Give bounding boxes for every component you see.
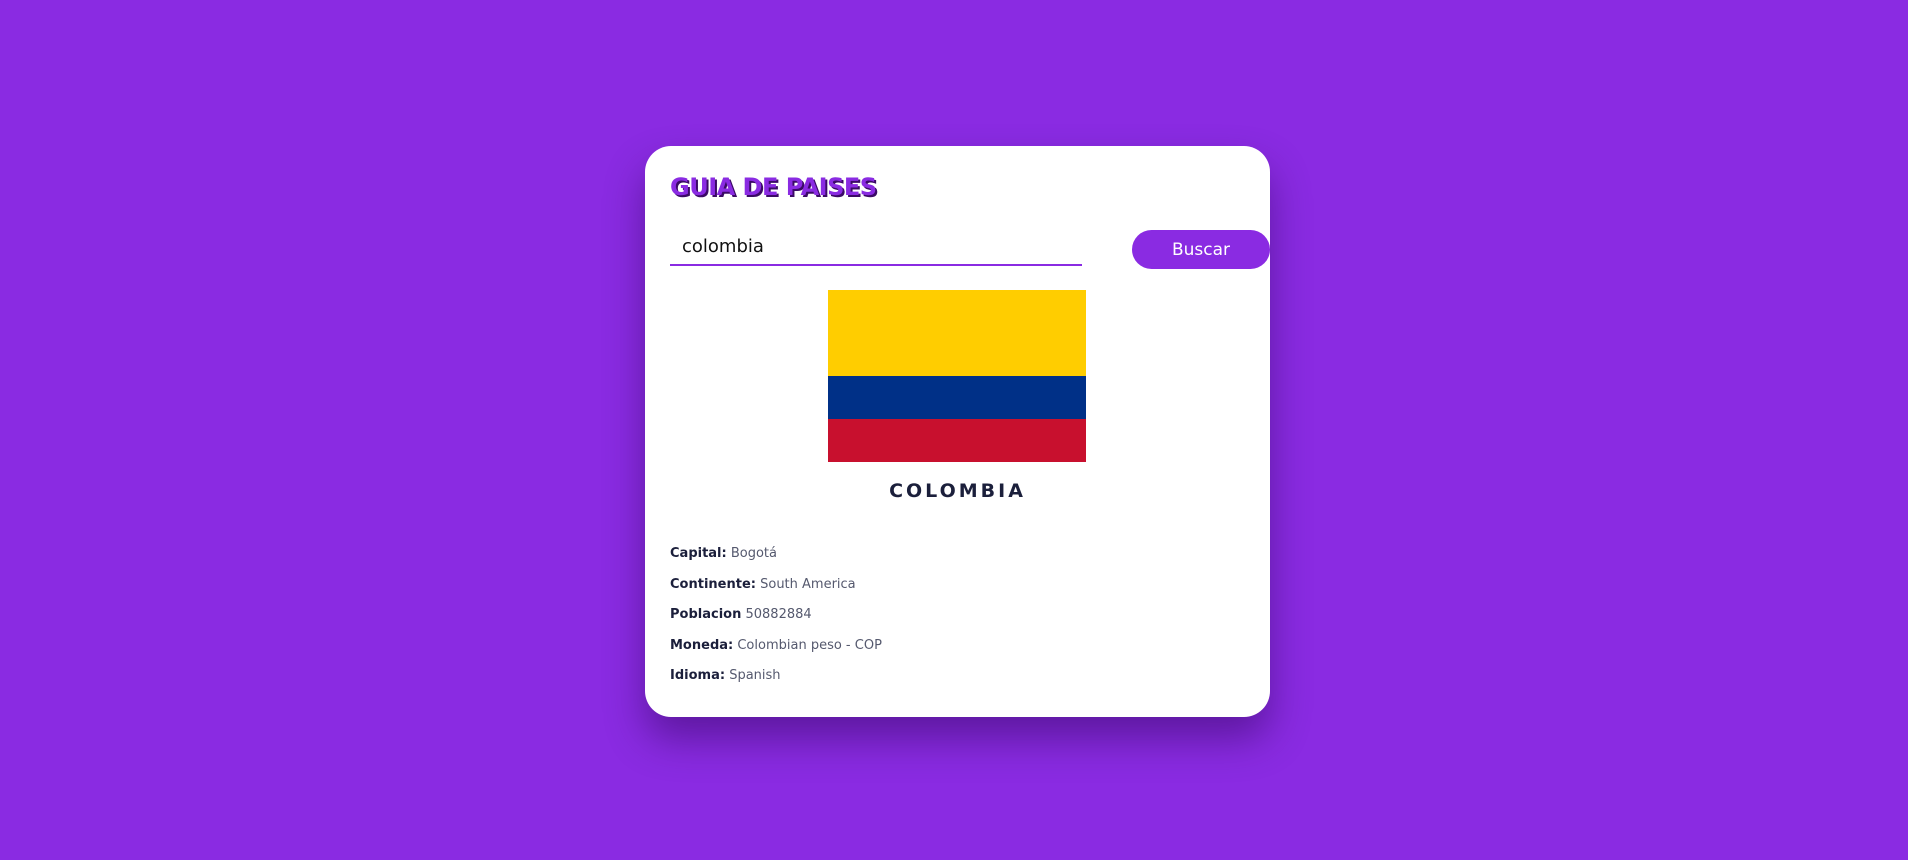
country-search-input[interactable] bbox=[670, 228, 1082, 266]
detail-language: Idioma: Spanish bbox=[670, 661, 882, 692]
country-card: GUIA DE PAISES Buscar COLOMBIA Capital: … bbox=[645, 146, 1270, 717]
detail-currency: Moneda: Colombian peso - COP bbox=[670, 631, 882, 662]
country-flag-image bbox=[828, 290, 1086, 462]
search-row: Buscar bbox=[670, 228, 1270, 269]
detail-value: Bogotá bbox=[730, 546, 778, 561]
detail-continent: Continente: South America bbox=[670, 570, 882, 601]
search-button[interactable]: Buscar bbox=[1132, 230, 1270, 269]
detail-label: Continente: bbox=[670, 576, 756, 592]
detail-population: Poblacion 50882884 bbox=[670, 600, 882, 631]
flag-stripe-blue bbox=[828, 376, 1086, 419]
flag-stripe-yellow bbox=[828, 290, 1086, 376]
country-details-list: Capital: Bogotá Continente: South Americ… bbox=[670, 539, 882, 692]
flag-stripe-red bbox=[828, 419, 1086, 462]
detail-label: Capital: bbox=[670, 546, 727, 561]
detail-label: Poblacion bbox=[670, 607, 742, 622]
detail-value: Colombian peso - COP bbox=[737, 637, 882, 653]
country-name: COLOMBIA bbox=[889, 480, 1026, 502]
app-title: GUIA DE PAISES bbox=[670, 173, 877, 201]
detail-capital: Capital: Bogotá bbox=[670, 539, 882, 570]
detail-label: Idioma: bbox=[670, 668, 726, 683]
detail-label: Moneda: bbox=[670, 637, 734, 653]
detail-value: 50882884 bbox=[745, 607, 812, 622]
detail-value: South America bbox=[760, 576, 856, 592]
detail-value: Spanish bbox=[729, 668, 781, 683]
